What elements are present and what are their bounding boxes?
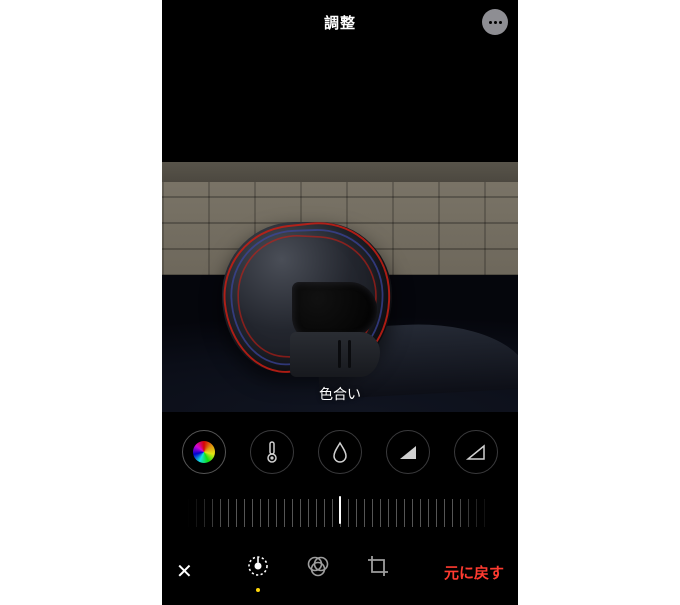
tab-indicator <box>256 588 260 592</box>
adjustment-row[interactable] <box>162 422 518 482</box>
adjust-vignette-button[interactable] <box>454 430 498 474</box>
adjustment-label: 色合い <box>162 384 518 404</box>
revert-button[interactable]: 元に戻す <box>444 562 504 583</box>
photo-image: 色合い <box>162 162 518 412</box>
thermometer-icon <box>262 440 282 464</box>
adjust-warmth-button[interactable] <box>250 430 294 474</box>
adjust-icon <box>245 553 271 584</box>
slider-thumb[interactable] <box>339 496 341 524</box>
adjust-tint-button[interactable] <box>182 430 226 474</box>
tab-crop[interactable] <box>365 553 391 592</box>
tab-adjust[interactable] <box>245 553 271 592</box>
adjustment-slider[interactable] <box>188 496 492 530</box>
triangle-solid-icon <box>397 442 419 462</box>
revert-label: 元に戻す <box>444 562 504 583</box>
cancel-button[interactable]: ✕ <box>176 562 193 582</box>
tab-indicator <box>376 588 380 592</box>
more-button[interactable] <box>482 9 508 35</box>
adjust-definition-button[interactable] <box>386 430 430 474</box>
photo-editor-screen: 調整 色 <box>162 0 518 605</box>
page-title: 調整 <box>324 12 356 33</box>
close-icon: ✕ <box>176 562 193 582</box>
photo-canvas[interactable]: 色合い <box>162 162 518 412</box>
tab-filters[interactable] <box>305 553 331 592</box>
crop-icon <box>365 553 391 584</box>
triangle-outline-icon <box>465 442 487 462</box>
adjust-sharpness-button[interactable] <box>318 430 362 474</box>
header: 調整 <box>162 0 518 44</box>
tab-indicator <box>316 588 320 592</box>
droplet-icon <box>330 440 350 464</box>
rainbow-circle-icon <box>193 441 215 463</box>
bottom-toolbar: ✕ <box>162 547 518 597</box>
filters-icon <box>305 553 331 584</box>
ellipsis-icon <box>489 21 502 24</box>
